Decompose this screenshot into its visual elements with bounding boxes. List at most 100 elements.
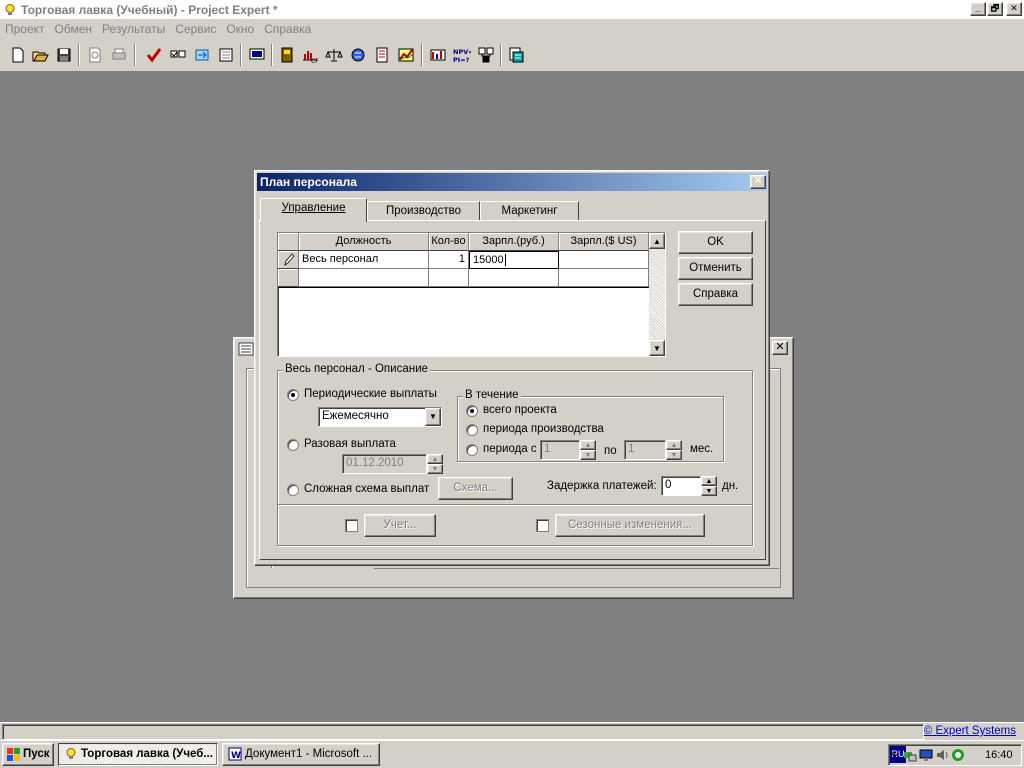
print-preview-icon[interactable]: [84, 45, 106, 65]
whole-project-radio[interactable]: [466, 405, 478, 417]
restore-button[interactable]: 🗗: [987, 2, 1003, 16]
spin-up-icon[interactable]: ▲: [427, 454, 443, 464]
periodic-label[interactable]: Периодические выплаты: [304, 388, 437, 400]
tray-status-icon[interactable]: [951, 748, 965, 762]
period-from-label[interactable]: периода с: [483, 443, 537, 455]
help-button[interactable]: Справка: [678, 283, 753, 306]
cell-qty[interactable]: [429, 269, 469, 287]
report-icon[interactable]: [371, 45, 393, 65]
seasonal-checkbox[interactable]: [536, 519, 549, 532]
menu-exchange[interactable]: Обмен: [50, 22, 98, 36]
whole-project-label[interactable]: всего проекта: [483, 404, 557, 416]
tab-production[interactable]: Производство: [367, 201, 480, 221]
dialog-close-button[interactable]: ✕: [750, 175, 766, 189]
tray-monitor-icon[interactable]: [919, 748, 933, 762]
period-to-spinner[interactable]: ▲ ▼: [666, 440, 682, 460]
background-dialog-close-button[interactable]: ✕: [772, 341, 788, 355]
menu-service[interactable]: Сервис: [170, 22, 221, 36]
spin-down-icon[interactable]: ▼: [701, 486, 717, 496]
menu-window[interactable]: Окно: [221, 22, 259, 36]
spin-up-icon[interactable]: ▲: [666, 440, 682, 450]
period-to-field[interactable]: 1: [624, 440, 666, 460]
spin-down-icon[interactable]: ▼: [427, 464, 443, 474]
production-period-label[interactable]: периода производства: [483, 423, 604, 435]
accounting-checkbox[interactable]: [345, 519, 358, 532]
scroll-down-icon[interactable]: ▼: [649, 340, 665, 356]
minimize-button[interactable]: _: [970, 2, 986, 16]
expert-systems-link[interactable]: © Expert Systems: [924, 725, 1016, 737]
tab-marketing[interactable]: Маркетинг: [480, 201, 579, 221]
one-time-date-field[interactable]: 01.12.2010: [342, 454, 427, 474]
column-header-position[interactable]: Должность: [299, 233, 429, 251]
spin-down-icon[interactable]: ▼: [666, 450, 682, 460]
start-button[interactable]: Пуск: [2, 743, 54, 766]
ok-button[interactable]: OK: [678, 231, 753, 254]
npv-icon[interactable]: NPV=?PI=?: [451, 45, 473, 65]
cell-position[interactable]: Весь персонал: [299, 251, 429, 269]
cancel-button[interactable]: Отменить: [678, 257, 753, 280]
tab-management[interactable]: Управление: [260, 198, 367, 222]
balance-icon[interactable]: [323, 45, 345, 65]
close-app-button[interactable]: ✕: [1006, 2, 1022, 16]
complex-label[interactable]: Сложная схема выплат: [304, 483, 429, 495]
cell-position[interactable]: [299, 269, 429, 287]
delay-spinner[interactable]: ▲ ▼: [701, 476, 717, 496]
export-icon[interactable]: [505, 45, 527, 65]
row-selector[interactable]: [278, 251, 299, 269]
accounting-button[interactable]: Учет...: [364, 514, 436, 537]
period-from-field[interactable]: 1: [540, 440, 580, 460]
cell-salary-rub[interactable]: [469, 269, 559, 287]
cell-qty[interactable]: 1: [429, 251, 469, 269]
print-icon[interactable]: [108, 45, 130, 65]
column-header-qty[interactable]: Кол-во: [429, 233, 469, 251]
save-icon[interactable]: [53, 45, 75, 65]
one-time-label[interactable]: Разовая выплата: [304, 438, 396, 450]
globe-icon[interactable]: [347, 45, 369, 65]
column-header-salary-rub[interactable]: Зарпл.(руб.): [469, 233, 559, 251]
notepad-icon[interactable]: [215, 45, 237, 65]
staff-table[interactable]: Должность Кол-во Зарпл.(руб.) Зарпл.($ U…: [277, 232, 666, 357]
delay-field[interactable]: 0: [661, 476, 701, 496]
scroll-up-icon[interactable]: ▲: [649, 233, 665, 249]
periodic-radio[interactable]: [287, 389, 299, 401]
cell-salary-rub-editing[interactable]: 15000: [469, 251, 559, 269]
menu-help[interactable]: Справка: [259, 22, 316, 36]
new-icon[interactable]: [7, 45, 29, 65]
screen-icon[interactable]: [246, 45, 268, 65]
spin-down-icon[interactable]: ▼: [580, 450, 596, 460]
menu-results[interactable]: Результаты: [97, 22, 170, 36]
complex-radio[interactable]: [287, 484, 299, 496]
menu-project[interactable]: Проект: [0, 22, 50, 36]
one-time-date-spinner[interactable]: ▲ ▼: [427, 454, 443, 474]
exchange-icon[interactable]: [191, 45, 213, 65]
check-icon[interactable]: [143, 45, 165, 65]
seasonal-button[interactable]: Сезонные изменения...: [555, 514, 705, 537]
tray-volume-icon[interactable]: [935, 748, 949, 762]
one-time-radio[interactable]: [287, 439, 299, 451]
row-selector[interactable]: [278, 269, 299, 287]
spin-up-icon[interactable]: ▲: [701, 476, 717, 486]
task-button-word[interactable]: W Документ1 - Microsoft ...: [222, 743, 380, 766]
table-icon[interactable]: [427, 45, 449, 65]
scheme-button[interactable]: Схема...: [438, 477, 513, 500]
options-icon[interactable]: [167, 45, 189, 65]
period-from-radio[interactable]: [466, 444, 478, 456]
cell-salary-usd[interactable]: [559, 269, 649, 287]
tray-chevron[interactable]: «: [891, 748, 897, 760]
task-button-project-expert[interactable]: Торговая лавка (Учеб...: [58, 743, 218, 766]
production-period-radio[interactable]: [466, 424, 478, 436]
question-icon[interactable]: [475, 45, 497, 65]
cell-salary-usd[interactable]: [559, 251, 649, 269]
book-icon[interactable]: [276, 45, 298, 65]
dropdown-arrow-icon[interactable]: ▼: [425, 408, 441, 426]
tray-network-icon[interactable]: [903, 748, 917, 762]
column-header-salary-usd[interactable]: Зарпл.($ US): [559, 233, 649, 251]
table-scrollbar[interactable]: ▲ ▼: [649, 233, 665, 356]
open-icon[interactable]: [29, 45, 51, 65]
chart-icon[interactable]: [395, 45, 417, 65]
period-from-spinner[interactable]: ▲ ▼: [580, 440, 596, 460]
tray-clock[interactable]: 16:40: [985, 749, 1013, 761]
cashflow-icon[interactable]: CF: [299, 45, 321, 65]
frequency-select[interactable]: Ежемесячно ▼: [318, 407, 442, 427]
spin-up-icon[interactable]: ▲: [580, 440, 596, 450]
